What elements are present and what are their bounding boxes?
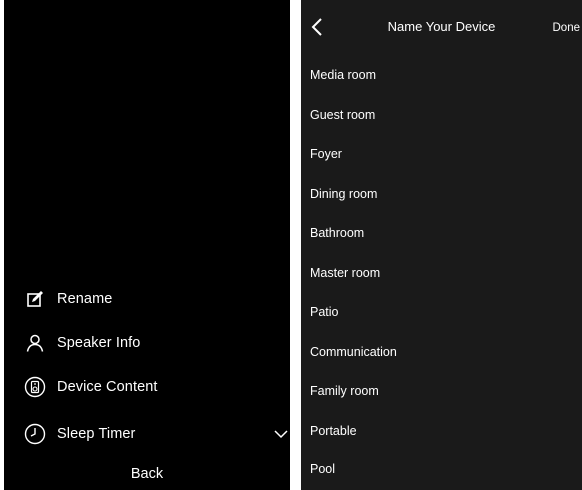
clock-icon	[24, 423, 46, 445]
room-item-guest-room[interactable]: Guest room	[301, 96, 582, 134]
room-item-communication[interactable]: Communication	[301, 333, 582, 371]
room-label: Portable	[310, 424, 357, 438]
done-button[interactable]: Done	[553, 20, 581, 36]
speaker-info-label: Speaker Info	[57, 335, 141, 351]
rename-menu-item[interactable]: Rename	[4, 279, 290, 319]
speaker-options-panel: Rename Speaker Info Device Content Sleep…	[4, 0, 290, 490]
person-icon	[24, 332, 46, 354]
room-label: Pool	[310, 462, 336, 476]
room-label: Bathroom	[310, 226, 365, 240]
header-bar: Name Your Device Done	[301, 0, 582, 54]
room-label: Media room	[310, 68, 376, 82]
device-content-label: Device Content	[57, 379, 158, 395]
room-label: Guest room	[310, 108, 376, 122]
room-item-pool[interactable]: Pool	[301, 450, 582, 488]
room-label: Family room	[310, 384, 379, 398]
room-item-master-room[interactable]: Master room	[301, 254, 582, 292]
room-label: Communication	[310, 345, 397, 359]
room-item-bathroom[interactable]: Bathroom	[301, 214, 582, 252]
edit-icon	[24, 288, 46, 310]
room-label: Foyer	[310, 147, 342, 161]
room-item-family-room[interactable]: Family room	[301, 372, 582, 410]
speaker-icon	[24, 376, 46, 398]
room-item-portable[interactable]: Portable	[301, 412, 582, 450]
screenshot-wrap: Rename Speaker Info Device Content Sleep…	[0, 0, 582, 490]
page-title: Name Your Device	[387, 19, 496, 34]
chevron-down-icon[interactable]	[274, 427, 288, 441]
rename-label: Rename	[57, 291, 113, 307]
device-content-menu-item[interactable]: Device Content	[4, 367, 290, 407]
room-item-foyer[interactable]: Foyer	[301, 135, 582, 173]
sleep-timer-label: Sleep Timer	[57, 426, 136, 442]
name-your-device-panel: Name Your Device Done Media room Guest r…	[301, 0, 582, 490]
room-label: Patio	[310, 305, 339, 319]
speaker-info-menu-item[interactable]: Speaker Info	[4, 323, 290, 363]
room-item-patio[interactable]: Patio	[301, 293, 582, 331]
room-item-dining-room[interactable]: Dining room	[301, 175, 582, 213]
room-item-media-room[interactable]: Media room	[301, 56, 582, 94]
room-label: Dining room	[310, 187, 378, 201]
back-button[interactable]: Back	[4, 462, 290, 486]
room-label: Master room	[310, 266, 381, 280]
sleep-timer-menu-item[interactable]: Sleep Timer	[4, 414, 290, 454]
